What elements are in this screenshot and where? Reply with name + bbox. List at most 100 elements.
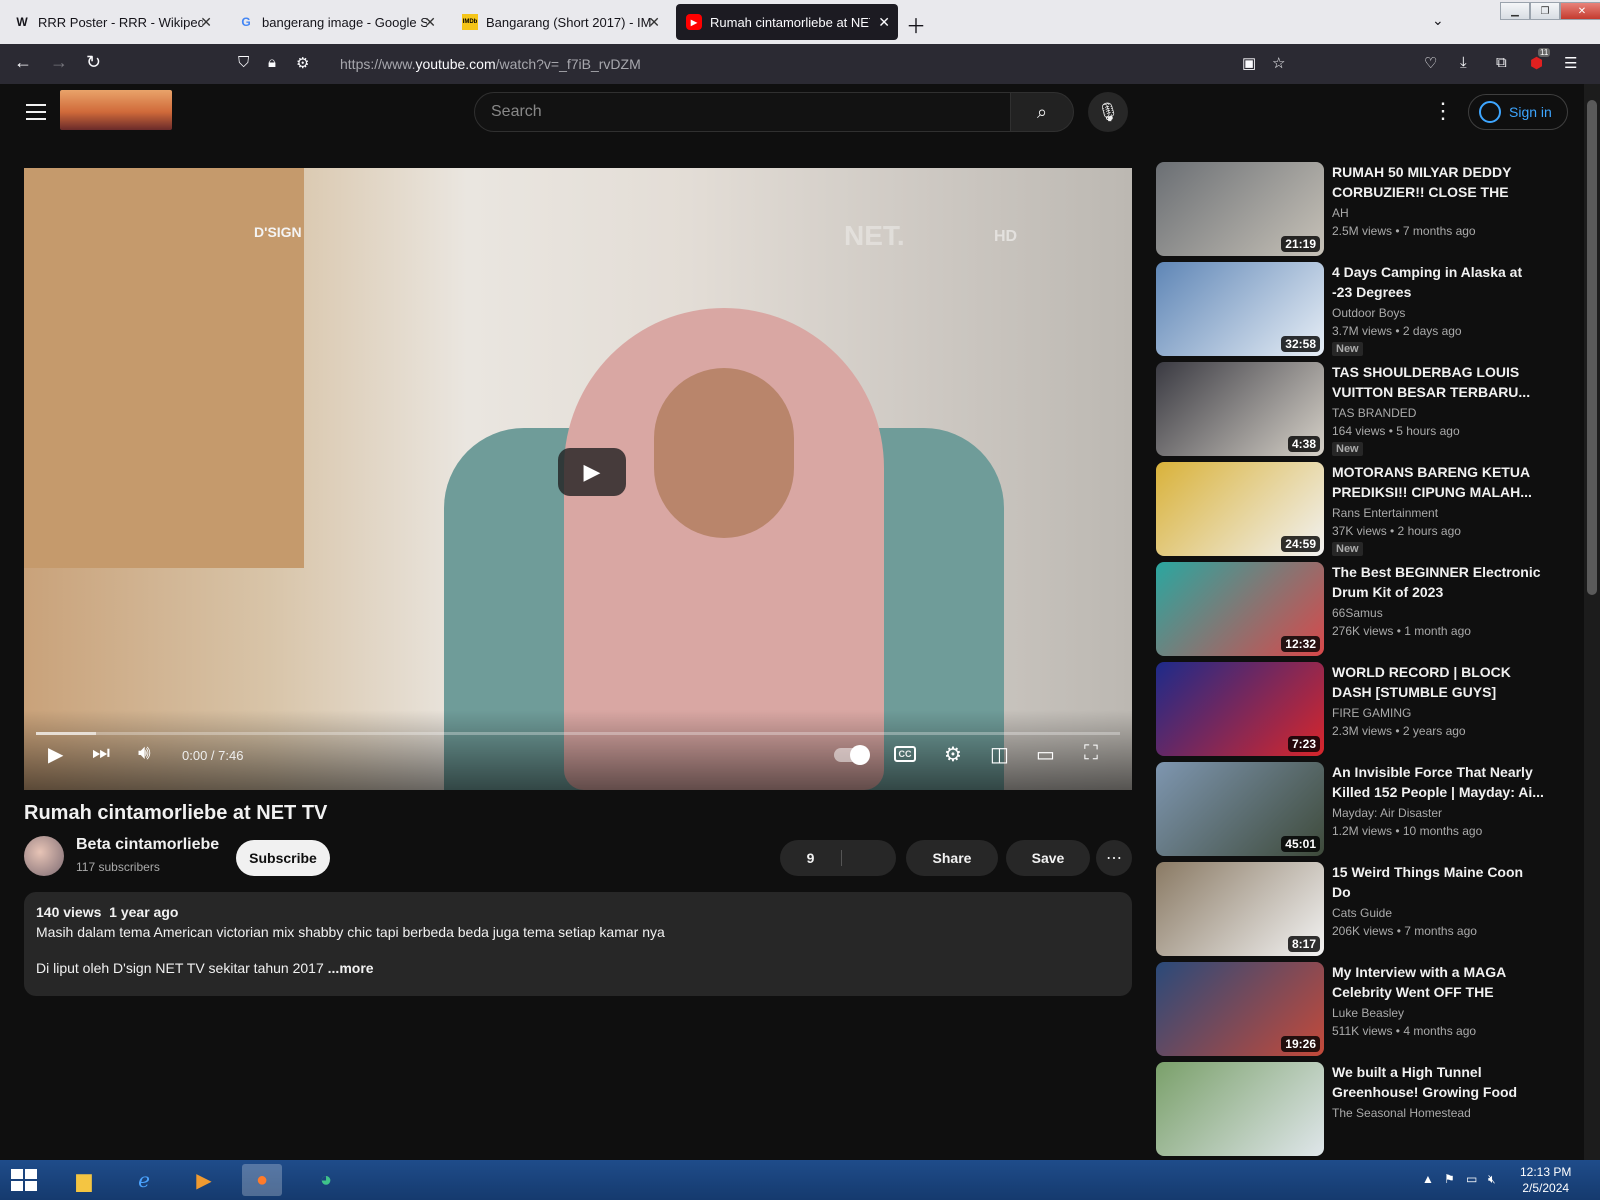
- more-actions-icon[interactable]: ⋯: [1096, 840, 1132, 876]
- reload-icon[interactable]: ↻: [86, 52, 101, 73]
- related-channel-name[interactable]: The Seasonal Homestead: [1332, 1106, 1471, 1120]
- system-clock[interactable]: 12:13 PM 2/5/2024: [1520, 1164, 1571, 1196]
- related-video-title[interactable]: The Best BEGINNER Electronic Drum Kit of…: [1332, 562, 1544, 602]
- progress-bar[interactable]: [36, 732, 1120, 735]
- related-video-item[interactable]: 7:23 WORLD RECORD | BLOCK DASH [STUMBLE G…: [1156, 662, 1576, 756]
- related-channel-name[interactable]: Cats Guide: [1332, 906, 1392, 920]
- share-button[interactable]: Share: [906, 840, 998, 876]
- related-channel-name[interactable]: Mayday: Air Disaster: [1332, 806, 1442, 820]
- network-icon[interactable]: ▭: [1466, 1172, 1477, 1186]
- related-video-title[interactable]: TAS SHOULDERBAG LOUIS VUITTON BESAR TERB…: [1332, 362, 1544, 402]
- file-explorer-icon[interactable]: ▆: [64, 1164, 104, 1196]
- tab-google[interactable]: G bangerang image - Google Sear ✕: [228, 4, 444, 40]
- scrollbar-thumb[interactable]: [1587, 100, 1597, 595]
- related-video-item[interactable]: 21:19 RUMAH 50 MILYAR DEDDY CORBUZIER!! C…: [1156, 162, 1576, 256]
- video-thumbnail[interactable]: 21:19: [1156, 162, 1324, 256]
- tab-youtube[interactable]: ▶ Rumah cintamorliebe at NET TV ✕: [676, 4, 898, 40]
- tab-imdb[interactable]: IMDb Bangarang (Short 2017) - IMDb ✕: [452, 4, 668, 40]
- video-thumbnail[interactable]: 7:23: [1156, 662, 1324, 756]
- voice-search-button[interactable]: 🎙︎: [1088, 92, 1128, 132]
- media-player-icon[interactable]: ▶: [184, 1164, 224, 1196]
- video-thumbnail[interactable]: 45:01: [1156, 762, 1324, 856]
- youtube-doodle-logo[interactable]: [60, 90, 172, 130]
- related-channel-name[interactable]: Rans Entertainment: [1332, 506, 1438, 520]
- forward-icon[interactable]: →: [50, 52, 68, 73]
- fullscreen-icon[interactable]: ⛶: [1084, 742, 1098, 765]
- channel-avatar[interactable]: [24, 836, 64, 876]
- hamburger-menu-icon[interactable]: [26, 104, 46, 125]
- close-tab-icon[interactable]: ✕: [878, 14, 890, 31]
- sign-in-button[interactable]: Sign in: [1468, 94, 1568, 130]
- related-video-title[interactable]: MOTORANS BARENG KETUA PREDIKSI!! CIPUNG …: [1332, 462, 1544, 502]
- bookmark-star-icon[interactable]: ☆: [1272, 54, 1285, 72]
- start-windows-icon[interactable]: [4, 1164, 44, 1196]
- downloads-icon[interactable]: ⤓: [1460, 54, 1467, 71]
- related-video-title[interactable]: WORLD RECORD | BLOCK DASH [STUMBLE GUYS]: [1332, 662, 1544, 702]
- related-video-title[interactable]: 4 Days Camping in Alaska at -23 Degrees: [1332, 262, 1544, 302]
- settings-gear-icon[interactable]: ⚙: [944, 742, 962, 767]
- related-channel-name[interactable]: FIRE GAMING: [1332, 706, 1411, 720]
- list-all-tabs-icon[interactable]: ⌄: [1432, 12, 1444, 29]
- volume-icon[interactable]: 🔊︎: [138, 742, 151, 765]
- miniplayer-icon[interactable]: ◫: [990, 742, 1009, 767]
- app-menu-icon[interactable]: ☰: [1564, 54, 1577, 72]
- related-video-item[interactable]: 45:01 An Invisible Force That Nearly Kill…: [1156, 762, 1576, 856]
- video-thumbnail[interactable]: 32:58: [1156, 262, 1324, 356]
- show-more-link[interactable]: ...more: [328, 960, 374, 976]
- related-video-item[interactable]: 4:38 TAS SHOULDERBAG LOUIS VUITTON BESAR …: [1156, 362, 1576, 456]
- related-channel-name[interactable]: 66Samus: [1332, 606, 1383, 620]
- restore-icon[interactable]: ❐: [1530, 2, 1560, 20]
- dislike-button[interactable]: [842, 840, 896, 876]
- next-video-icon[interactable]: ⏭: [92, 742, 110, 765]
- video-thumbnail[interactable]: 12:32: [1156, 562, 1324, 656]
- like-button[interactable]: 9: [780, 850, 842, 866]
- autoplay-toggle[interactable]: [834, 745, 870, 765]
- related-video-title[interactable]: An Invisible Force That Nearly Killed 15…: [1332, 762, 1544, 802]
- settings-kebab-icon[interactable]: ⋮: [1432, 98, 1454, 124]
- close-tab-icon[interactable]: ✕: [200, 14, 212, 31]
- related-video-item[interactable]: 19:26 My Interview with a MAGA Celebrity …: [1156, 962, 1576, 1056]
- related-video-title[interactable]: 15 Weird Things Maine Coon Do: [1332, 862, 1544, 902]
- firefox-icon[interactable]: ●: [242, 1164, 282, 1196]
- video-player[interactable]: D'SIGN NET. HD ▶ ▶ ⏭ 🔊︎ 0:00 / 7:46 CC ⚙…: [24, 168, 1132, 790]
- close-tab-icon[interactable]: ✕: [648, 14, 660, 31]
- video-thumbnail[interactable]: [1156, 1062, 1324, 1156]
- back-icon[interactable]: ←: [14, 52, 32, 73]
- search-input[interactable]: Search: [474, 92, 1012, 132]
- permissions-icon[interactable]: ⚙: [296, 54, 309, 72]
- related-channel-name[interactable]: Outdoor Boys: [1332, 306, 1405, 320]
- related-video-item[interactable]: 32:58 4 Days Camping in Alaska at -23 Deg…: [1156, 262, 1576, 356]
- internet-explorer-icon[interactable]: ℯ: [124, 1164, 164, 1196]
- video-thumbnail[interactable]: 4:38: [1156, 362, 1324, 456]
- large-play-button[interactable]: ▶: [558, 448, 626, 496]
- save-button[interactable]: Save: [1006, 840, 1090, 876]
- subscribe-button[interactable]: Subscribe: [236, 840, 330, 876]
- related-video-item[interactable]: We built a High Tunnel Greenhouse! Growi…: [1156, 1062, 1576, 1156]
- new-tab-button[interactable]: ＋: [906, 10, 926, 39]
- video-thumbnail[interactable]: 8:17: [1156, 862, 1324, 956]
- close-tab-icon[interactable]: ✕: [424, 14, 436, 31]
- video-thumbnail[interactable]: 19:26: [1156, 962, 1324, 1056]
- related-channel-name[interactable]: AH: [1332, 206, 1349, 220]
- search-button[interactable]: ⌕: [1010, 92, 1074, 132]
- related-video-item[interactable]: 12:32 The Best BEGINNER Electronic Drum K…: [1156, 562, 1576, 656]
- theater-mode-icon[interactable]: ▭: [1036, 742, 1055, 767]
- channel-name[interactable]: Beta cintamorliebe: [76, 836, 219, 854]
- url-bar[interactable]: https://www.youtube.com/watch?v=_f7iB_rv…: [340, 56, 641, 72]
- related-channel-name[interactable]: Luke Beasley: [1332, 1006, 1404, 1020]
- related-video-title[interactable]: RUMAH 50 MILYAR DEDDY CORBUZIER!! CLOSE …: [1332, 162, 1544, 202]
- tab-wikipedia[interactable]: W RRR Poster - RRR - Wikipedia ✕: [4, 4, 220, 40]
- minimize-icon[interactable]: ▁: [1500, 2, 1530, 20]
- play-pause-icon[interactable]: ▶: [48, 742, 63, 767]
- related-video-title[interactable]: My Interview with a MAGA Celebrity Went …: [1332, 962, 1544, 1002]
- subtitles-cc-icon[interactable]: CC: [894, 746, 916, 762]
- shield-icon[interactable]: ⛉: [238, 54, 249, 71]
- video-thumbnail[interactable]: 24:59: [1156, 462, 1324, 556]
- window-close-icon[interactable]: ✕: [1560, 2, 1600, 20]
- action-center-flag-icon[interactable]: ⚑: [1444, 1172, 1455, 1186]
- description-box[interactable]: 140 views 1 year ago Masih dalam tema Am…: [24, 892, 1132, 996]
- reader-view-icon[interactable]: ▣: [1242, 54, 1256, 72]
- extensions-icon[interactable]: ⧉: [1496, 54, 1507, 71]
- related-video-item[interactable]: 24:59 MOTORANS BARENG KETUA PREDIKSI!! CI…: [1156, 462, 1576, 556]
- volume-muted-icon[interactable]: 🔇︎: [1488, 1172, 1496, 1187]
